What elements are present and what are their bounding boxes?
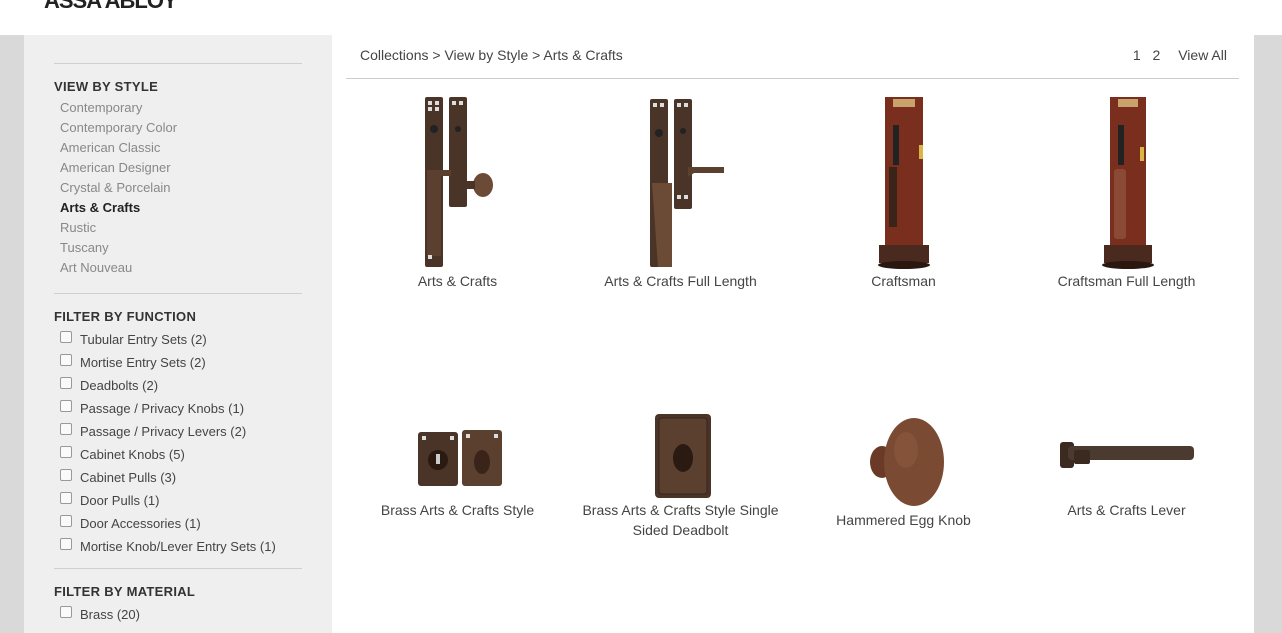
view-all-link[interactable]: View All [1178, 47, 1227, 63]
pagination: 1 2 View All [1125, 47, 1227, 63]
function-filter-list: Tubular Entry Sets (2) Mortise Entry Set… [54, 330, 302, 560]
brand-logo[interactable]: ASSA ABLOY [44, 0, 178, 14]
filter-label: Cabinet Pulls (3) [80, 470, 177, 485]
product-name[interactable]: Arts & Crafts Lever [1015, 500, 1238, 520]
function-filter-item[interactable]: Deadbolts (2) [54, 376, 302, 399]
style-item-rustic[interactable]: Rustic [54, 218, 302, 238]
egg-knob-icon [869, 418, 944, 506]
single-deadbolt-icon [654, 414, 711, 498]
product-name[interactable]: Brass Arts & Crafts Style Single Sided D… [569, 500, 792, 540]
page-2-link[interactable]: 2 [1153, 47, 1161, 63]
checkbox[interactable] [60, 538, 72, 550]
material-filter-list: Brass (20) [54, 605, 302, 628]
product-name[interactable]: Arts & Crafts [346, 271, 569, 291]
function-filter-item[interactable]: Tubular Entry Sets (2) [54, 330, 302, 353]
checkbox[interactable] [60, 469, 72, 481]
style-item-art-nouveau[interactable]: Art Nouveau [54, 258, 302, 278]
style-item-tuscany[interactable]: Tuscany [54, 238, 302, 258]
product-name[interactable]: Craftsman Full Length [1015, 271, 1238, 291]
breadcrumb-current: Arts & Crafts [543, 47, 623, 63]
double-deadbolt-icon [417, 430, 502, 486]
filter-label: Mortise Entry Sets (2) [80, 355, 206, 370]
product-card[interactable]: Hammered Egg Knob [792, 410, 1015, 530]
material-filter-item[interactable]: Brass (20) [54, 605, 302, 628]
function-filter-item[interactable]: Door Accessories (1) [54, 514, 302, 537]
filter-label: Passage / Privacy Levers (2) [80, 424, 247, 439]
function-filter-item[interactable]: Passage / Privacy Levers (2) [54, 422, 302, 445]
checkbox[interactable] [60, 331, 72, 343]
product-card[interactable]: Arts & Crafts [346, 95, 569, 291]
handleset-lever-icon [649, 99, 724, 267]
product-name[interactable]: Arts & Crafts Full Length [569, 271, 792, 291]
style-item-crystal-porcelain[interactable]: Crystal & Porcelain [54, 178, 302, 198]
function-filter-item[interactable]: Door Pulls (1) [54, 491, 302, 514]
checkbox[interactable] [60, 446, 72, 458]
product-card[interactable]: Arts & Crafts Lever [1015, 410, 1238, 520]
filter-label: Mortise Knob/Lever Entry Sets (1) [80, 539, 276, 554]
breadcrumb: Collections > View by Style > Arts & Cra… [360, 47, 623, 63]
breadcrumb-separator: > [528, 47, 544, 63]
product-card[interactable]: Arts & Crafts Full Length [569, 95, 792, 291]
checkbox[interactable] [60, 354, 72, 366]
breadcrumb-bar: Collections > View by Style > Arts & Cra… [346, 35, 1239, 79]
top-header: ASSA ABLOY [0, 0, 1282, 35]
product-name[interactable]: Hammered Egg Knob [792, 510, 1015, 530]
breadcrumb-collections[interactable]: Collections [360, 47, 428, 63]
product-card[interactable]: Craftsman Full Length [1015, 95, 1238, 291]
function-filter-item[interactable]: Mortise Entry Sets (2) [54, 353, 302, 376]
function-filter-item[interactable]: Mortise Knob/Lever Entry Sets (1) [54, 537, 302, 560]
breadcrumb-separator: > [428, 47, 445, 63]
main-content: Collections > View by Style > Arts & Cra… [346, 35, 1239, 633]
filter-by-function-heading: FILTER BY FUNCTION [54, 309, 197, 324]
mortise-handleset-full-icon [1101, 97, 1154, 269]
view-by-style-heading: VIEW BY STYLE [54, 79, 159, 94]
mortise-handleset-icon [877, 97, 930, 269]
filter-label: Door Pulls (1) [80, 493, 160, 508]
style-list: Contemporary Contemporary Color American… [54, 98, 302, 278]
style-item-contemporary[interactable]: Contemporary [54, 98, 302, 118]
product-name[interactable]: Craftsman [792, 271, 1015, 291]
function-filter-item[interactable]: Passage / Privacy Knobs (1) [54, 399, 302, 422]
page-1-link[interactable]: 1 [1133, 47, 1141, 63]
handleset-knob-icon [424, 97, 493, 267]
checkbox[interactable] [60, 492, 72, 504]
filter-label: Brass (20) [80, 607, 140, 622]
product-name[interactable]: Brass Arts & Crafts Style [346, 500, 569, 520]
style-item-arts-crafts[interactable]: Arts & Crafts [54, 198, 302, 218]
product-card[interactable]: Brass Arts & Crafts Style Single Sided D… [569, 410, 792, 540]
filter-label: Door Accessories (1) [80, 516, 201, 531]
filter-label: Cabinet Knobs (5) [80, 447, 185, 462]
sidebar: VIEW BY STYLE Contemporary Contemporary … [24, 35, 332, 633]
page-container: VIEW BY STYLE Contemporary Contemporary … [24, 35, 1254, 633]
lever-icon [1059, 442, 1194, 468]
filter-label: Tubular Entry Sets (2) [80, 332, 207, 347]
checkbox[interactable] [60, 400, 72, 412]
style-item-american-classic[interactable]: American Classic [54, 138, 302, 158]
checkbox[interactable] [60, 606, 72, 618]
checkbox[interactable] [60, 377, 72, 389]
checkbox[interactable] [60, 423, 72, 435]
filter-by-material-heading: FILTER BY MATERIAL [54, 584, 196, 599]
function-filter-item[interactable]: Cabinet Pulls (3) [54, 468, 302, 491]
style-item-american-designer[interactable]: American Designer [54, 158, 302, 178]
checkbox[interactable] [60, 515, 72, 527]
function-filter-item[interactable]: Cabinet Knobs (5) [54, 445, 302, 468]
product-card[interactable]: Brass Arts & Crafts Style [346, 410, 569, 520]
style-item-contemporary-color[interactable]: Contemporary Color [54, 118, 302, 138]
filter-label: Passage / Privacy Knobs (1) [80, 401, 245, 416]
product-card[interactable]: Craftsman [792, 95, 1015, 291]
breadcrumb-view-by-style[interactable]: View by Style [444, 47, 528, 63]
filter-label: Deadbolts (2) [80, 378, 159, 393]
